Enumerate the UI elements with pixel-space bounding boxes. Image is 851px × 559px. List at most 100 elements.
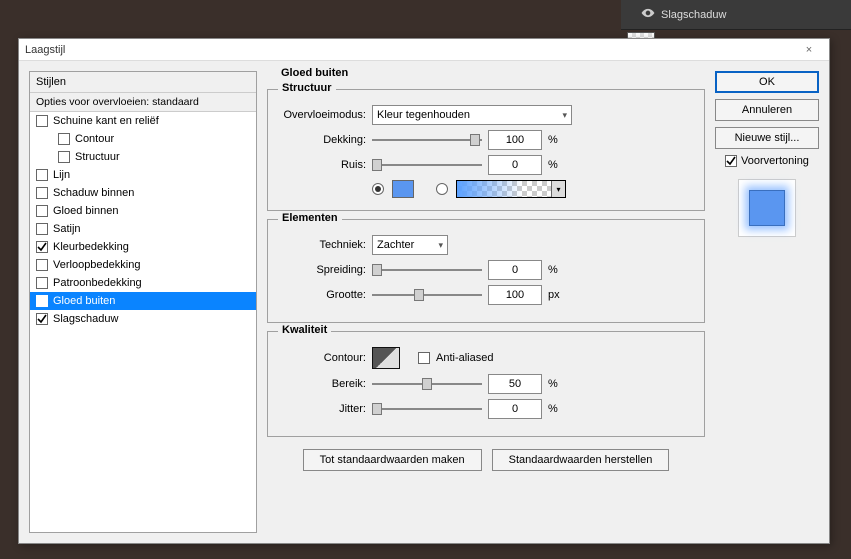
visibility-eye-icon[interactable] [641, 6, 655, 23]
make-default-button[interactable]: Tot standaardwaarden maken [303, 449, 482, 471]
jitter-label: Jitter: [280, 403, 366, 415]
structure-legend: Structuur [278, 82, 336, 94]
chevron-down-icon: ▾ [438, 240, 443, 251]
opacity-label: Dekking: [280, 134, 366, 146]
host-layers-row: Slagschaduw [621, 0, 851, 30]
range-unit: % [548, 378, 568, 390]
style-checkbox[interactable] [36, 313, 48, 325]
style-label: Kleurbedekking [53, 241, 129, 253]
style-checkbox[interactable] [36, 115, 48, 127]
jitter-slider[interactable] [372, 402, 482, 416]
antialias-checkbox[interactable] [418, 352, 430, 364]
panel-title: Gloed buiten [277, 67, 352, 79]
style-item[interactable]: Structuur [30, 148, 256, 166]
style-checkbox[interactable] [36, 169, 48, 181]
style-item[interactable]: Contour [30, 130, 256, 148]
chevron-down-icon: ▾ [551, 181, 565, 197]
technique-combo[interactable]: Zachter ▾ [372, 235, 448, 255]
noise-unit: % [548, 159, 568, 171]
noise-input[interactable] [488, 155, 542, 175]
opacity-slider[interactable] [372, 133, 482, 147]
noise-label: Ruis: [280, 159, 366, 171]
opacity-unit: % [548, 134, 568, 146]
chevron-down-icon: ▾ [562, 110, 567, 121]
blendmode-combo[interactable]: Kleur tegenhouden ▾ [372, 105, 572, 125]
reset-default-button[interactable]: Standaardwaarden herstellen [492, 449, 670, 471]
close-button[interactable]: × [795, 44, 823, 56]
cancel-button[interactable]: Annuleren [715, 99, 819, 121]
range-slider[interactable] [372, 377, 482, 391]
style-label: Contour [75, 133, 114, 145]
new-style-button[interactable]: Nieuwe stijl... [715, 127, 819, 149]
style-item[interactable]: Schuine kant en reliëf [30, 112, 256, 130]
range-label: Bereik: [280, 378, 366, 390]
style-item[interactable]: Gloed binnen [30, 202, 256, 220]
style-item[interactable]: Lijn [30, 166, 256, 184]
structure-group: Structuur Overvloeimodus: Kleur tegenhou… [267, 89, 705, 211]
styles-list: Schuine kant en reliëf Contour Structuur Li… [30, 112, 256, 532]
preview-swatch [738, 179, 796, 237]
spread-input[interactable] [488, 260, 542, 280]
jitter-unit: % [548, 403, 568, 415]
contour-picker[interactable] [372, 347, 400, 369]
style-item[interactable]: Gloed buiten [30, 292, 256, 310]
style-item[interactable]: Schaduw binnen [30, 184, 256, 202]
color-radio[interactable] [372, 183, 384, 195]
style-checkbox[interactable] [36, 223, 48, 235]
jitter-input[interactable] [488, 399, 542, 419]
color-swatch[interactable] [392, 180, 414, 198]
style-item[interactable]: Slagschaduw [30, 310, 256, 328]
range-input[interactable] [488, 374, 542, 394]
antialias-label: Anti-aliased [436, 352, 493, 364]
gradient-picker[interactable]: ▾ [456, 180, 566, 198]
style-label: Gloed buiten [53, 295, 115, 307]
style-label: Structuur [75, 151, 120, 163]
elements-group: Elementen Techniek: Zachter ▾ Spreiding:… [267, 219, 705, 323]
style-checkbox[interactable] [36, 295, 48, 307]
style-item[interactable]: Patroonbedekking [30, 274, 256, 292]
size-label: Grootte: [280, 289, 366, 301]
style-label: Lijn [53, 169, 70, 181]
quality-legend: Kwaliteit [278, 324, 331, 336]
style-label: Schaduw binnen [53, 187, 134, 199]
gradient-radio[interactable] [436, 183, 448, 195]
blending-options-row[interactable]: Opties voor overvloeien: standaard [30, 93, 256, 112]
contour-label: Contour: [280, 352, 366, 364]
style-checkbox[interactable] [36, 241, 48, 253]
spread-slider[interactable] [372, 263, 482, 277]
opacity-input[interactable] [488, 130, 542, 150]
style-checkbox[interactable] [36, 277, 48, 289]
style-label: Verloopbedekking [53, 259, 140, 271]
style-label: Schuine kant en reliëf [53, 115, 159, 127]
style-checkbox[interactable] [58, 151, 70, 163]
preview-checkbox[interactable] [725, 155, 737, 167]
ok-button[interactable]: OK [715, 71, 819, 93]
layer-style-dialog: Laagstijl × Stijlen Opties voor overvloe… [18, 38, 830, 544]
preview-label: Voorvertoning [741, 155, 809, 167]
titlebar[interactable]: Laagstijl × [19, 39, 829, 61]
size-input[interactable] [488, 285, 542, 305]
style-checkbox[interactable] [58, 133, 70, 145]
styles-list-panel: Stijlen Opties voor overvloeien: standaa… [29, 71, 257, 533]
spread-label: Spreiding: [280, 264, 366, 276]
styles-header[interactable]: Stijlen [30, 72, 256, 93]
quality-group: Kwaliteit Contour: Anti-aliased Bereik: … [267, 331, 705, 437]
style-checkbox[interactable] [36, 259, 48, 271]
style-label: Slagschaduw [53, 313, 118, 325]
size-slider[interactable] [372, 288, 482, 302]
style-item[interactable]: Verloopbedekking [30, 256, 256, 274]
dialog-title: Laagstijl [25, 44, 795, 56]
technique-value: Zachter [377, 239, 414, 251]
blendmode-label: Overvloeimodus: [280, 109, 366, 121]
style-label: Patroonbedekking [53, 277, 142, 289]
style-label: Gloed binnen [53, 205, 118, 217]
style-item[interactable]: Satijn [30, 220, 256, 238]
style-checkbox[interactable] [36, 205, 48, 217]
host-layer-name: Slagschaduw [661, 9, 726, 21]
noise-slider[interactable] [372, 158, 482, 172]
style-checkbox[interactable] [36, 187, 48, 199]
spread-unit: % [548, 264, 568, 276]
blendmode-value: Kleur tegenhouden [377, 109, 470, 121]
size-unit: px [548, 289, 568, 301]
style-item[interactable]: Kleurbedekking [30, 238, 256, 256]
